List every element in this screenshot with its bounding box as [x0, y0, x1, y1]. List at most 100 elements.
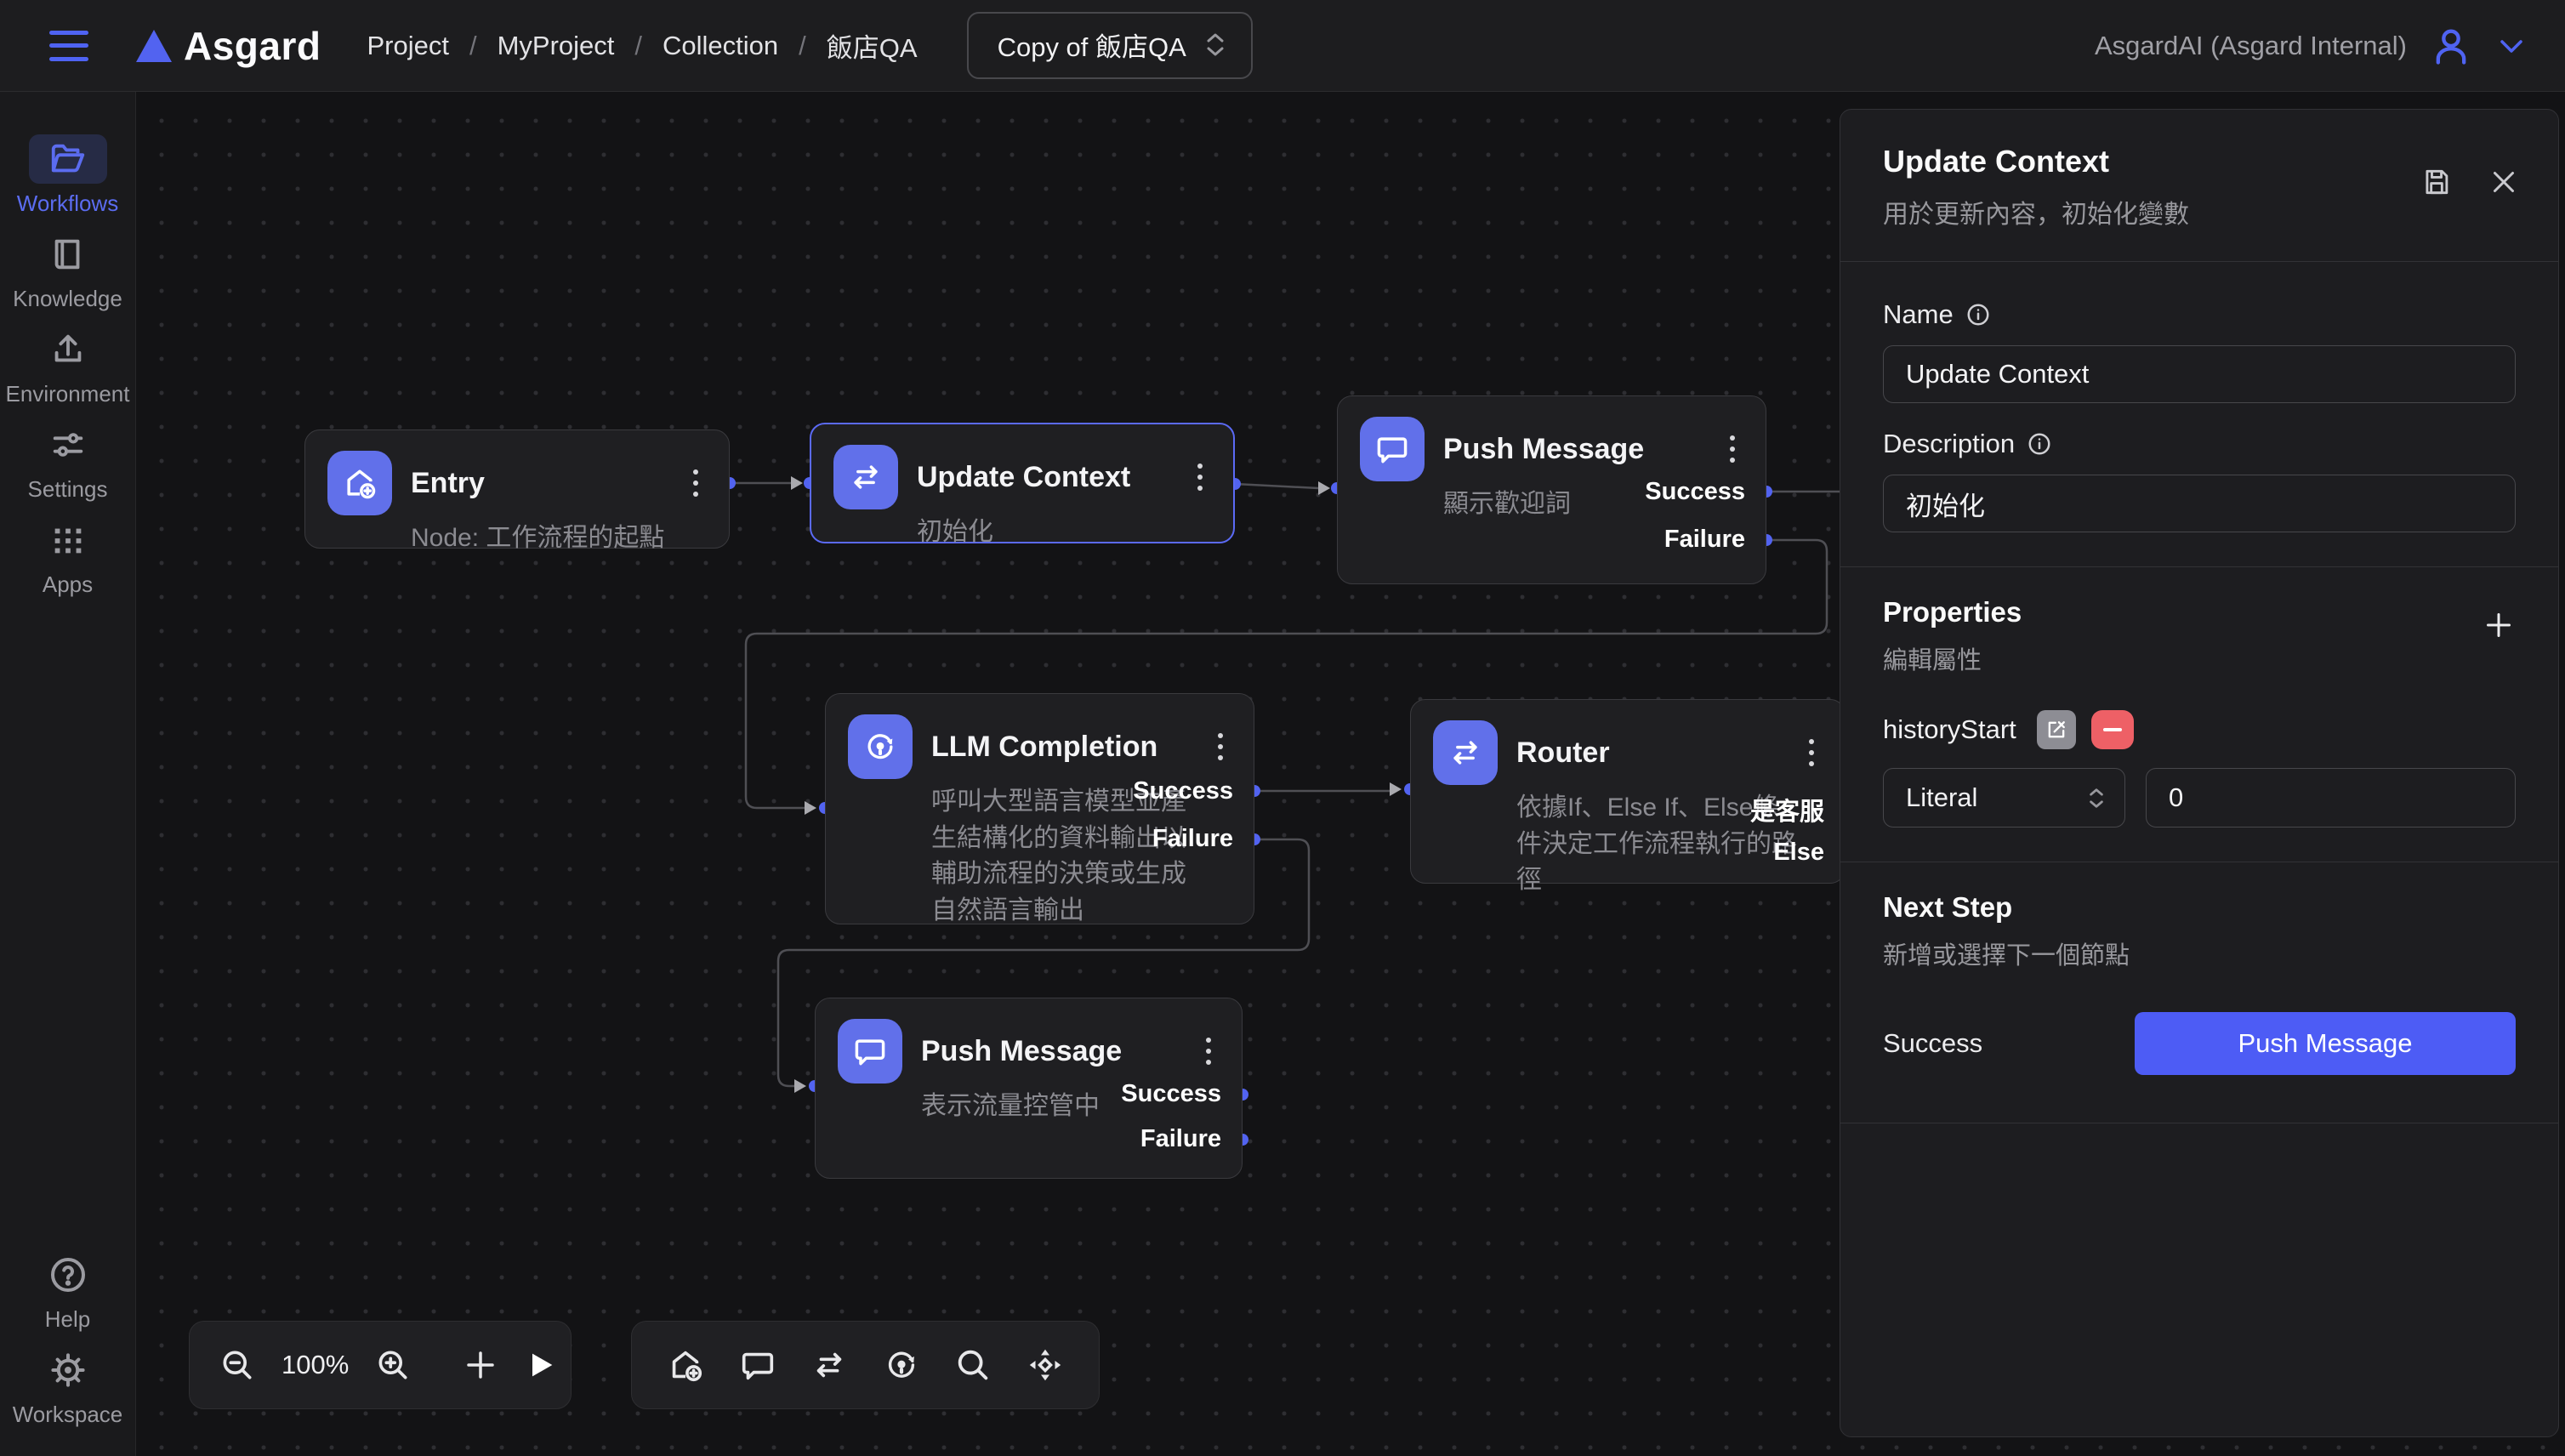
port-failure[interactable]: Failure — [1152, 825, 1233, 853]
zoom-level: 100% — [282, 1350, 349, 1380]
node-description: 初始化 — [917, 515, 1211, 551]
node-llm-completion[interactable]: LLM Completion 呼叫大型語言模型並產生結構化的資料輸出以輔助流程的… — [825, 693, 1254, 924]
breadcrumb-myproject[interactable]: MyProject — [498, 31, 615, 61]
app-logo: Asgard — [136, 23, 321, 69]
node-menu-icon[interactable] — [1197, 1032, 1220, 1070]
palette-search-icon[interactable] — [953, 1345, 992, 1385]
next-step-subtitle: 新增或選擇下一個節點 — [1883, 936, 2130, 971]
node-entry[interactable]: Entry Node: 工作流程的起點 — [304, 429, 730, 549]
node-update-context[interactable]: Update Context 初始化 — [810, 423, 1235, 543]
brand-name: Asgard — [184, 23, 321, 69]
breadcrumb-collection[interactable]: Collection — [663, 31, 778, 61]
node-title: Entry — [411, 467, 666, 500]
top-bar: Asgard Project / MyProject / Collection … — [0, 0, 2565, 92]
entry-node-icon — [327, 451, 392, 515]
node-title: Push Message — [921, 1035, 1179, 1068]
node-menu-icon[interactable] — [685, 464, 707, 502]
node-menu-icon[interactable] — [1189, 458, 1211, 496]
node-title: Router — [1516, 737, 1782, 770]
remove-property-icon[interactable] — [2091, 710, 2134, 749]
node-description: Node: 工作流程的起點 — [411, 520, 707, 557]
port-success[interactable]: Success — [1133, 777, 1233, 805]
info-icon[interactable] — [2027, 431, 2052, 457]
node-push-message-welcome[interactable]: Push Message 顯示歡迎詞 Success Failure — [1337, 395, 1766, 584]
save-icon[interactable] — [2420, 166, 2453, 198]
run-workflow-icon[interactable] — [524, 1348, 558, 1382]
sidebar: Workflows Knowledge Environment Settings… — [0, 92, 136, 1456]
property-value-input[interactable] — [2146, 768, 2516, 828]
apps-grid-icon — [48, 520, 88, 560]
node-palette-toolbar — [631, 1321, 1100, 1409]
palette-push-message-icon[interactable] — [738, 1345, 777, 1385]
node-router[interactable]: Router 依據If、Else If、Else條件決定工作流程執行的路徑 是客… — [1410, 699, 1846, 884]
sidebar-item-apps[interactable]: Apps — [0, 515, 136, 611]
node-menu-icon[interactable] — [1721, 430, 1743, 468]
push-message-node-icon — [838, 1019, 902, 1083]
menu-icon[interactable] — [49, 31, 88, 61]
node-description: 呼叫大型語言模型並產生結構化的資料輸出以輔助流程的決策或生成自然語言輸出 — [931, 784, 1202, 929]
section-divider — [1840, 566, 2558, 567]
book-icon — [48, 235, 88, 274]
sidebar-item-workspace[interactable]: Workspace — [0, 1345, 136, 1441]
help-icon — [48, 1254, 88, 1295]
panel-subtitle: 用於更新內容，初始化變數 — [1883, 193, 2189, 230]
property-type-select[interactable]: Literal — [1883, 768, 2125, 828]
port-else[interactable]: Else — [1773, 839, 1824, 867]
zoom-out-icon[interactable] — [219, 1346, 256, 1384]
logo-triangle-icon — [136, 30, 172, 62]
palette-entry-icon[interactable] — [666, 1345, 705, 1385]
edit-property-icon[interactable] — [2037, 710, 2076, 749]
sidebar-item-workflows[interactable]: Workflows — [0, 134, 136, 230]
node-inspector-panel: Update Context 用於更新內容，初始化變數 Name Descrip… — [1840, 109, 2559, 1437]
port-success[interactable]: Success — [1645, 478, 1745, 506]
breadcrumb-workflow[interactable]: 飯店QA — [827, 26, 918, 65]
user-avatar-icon[interactable] — [2429, 24, 2473, 68]
name-label: Name — [1883, 299, 1954, 330]
update-context-node-icon — [833, 445, 898, 509]
add-node-icon[interactable] — [463, 1347, 498, 1383]
description-input[interactable] — [1883, 475, 2516, 532]
sidebar-item-knowledge[interactable]: Knowledge — [0, 230, 136, 325]
palette-router-icon[interactable] — [810, 1345, 849, 1385]
node-menu-icon[interactable] — [1209, 728, 1231, 765]
next-step-target-button[interactable]: Push Message — [2135, 1012, 2516, 1075]
port-failure[interactable]: Failure — [1140, 1125, 1221, 1153]
gear-icon — [48, 1350, 88, 1391]
select-chevrons-icon — [1205, 32, 1226, 57]
account-label: AsgardAI (Asgard Internal) — [2095, 31, 2407, 61]
folder-icon — [48, 139, 88, 179]
node-menu-icon[interactable] — [1800, 734, 1823, 771]
next-step-title: Next Step — [1883, 891, 2130, 924]
node-push-message-throttle[interactable]: Push Message 表示流量控管中 Success Failure — [815, 998, 1243, 1179]
info-icon[interactable] — [1965, 302, 1991, 327]
node-title: LLM Completion — [931, 731, 1191, 764]
port-success[interactable]: Success — [1121, 1080, 1221, 1108]
add-property-icon[interactable] — [2482, 596, 2516, 642]
property-key: historyStart — [1883, 714, 2016, 745]
push-message-node-icon — [1360, 417, 1425, 481]
zoom-in-icon[interactable] — [374, 1346, 412, 1384]
close-icon[interactable] — [2488, 167, 2519, 197]
sidebar-item-settings[interactable]: Settings — [0, 420, 136, 515]
node-title: Update Context — [917, 461, 1170, 494]
upload-icon — [48, 330, 88, 369]
palette-pan-icon[interactable] — [1026, 1345, 1065, 1385]
name-input[interactable] — [1883, 345, 2516, 403]
sidebar-item-help[interactable]: Help — [0, 1250, 136, 1345]
select-chevrons-icon — [2087, 787, 2106, 810]
workflow-version-select[interactable]: Copy of 飯店QA — [967, 12, 1253, 79]
breadcrumb: Project / MyProject / Collection / 飯店QA — [367, 26, 917, 65]
account-chevron-down-icon[interactable] — [2495, 36, 2528, 56]
next-step-port-label: Success — [1883, 1028, 1982, 1059]
port-is-customer-service[interactable]: 是客服 — [1750, 792, 1824, 828]
node-title: Push Message — [1443, 433, 1703, 466]
sliders-icon — [48, 425, 88, 464]
llm-node-icon — [848, 714, 913, 779]
panel-title: Update Context — [1883, 144, 2189, 179]
canvas-zoom-toolbar: 100% — [189, 1321, 572, 1409]
port-failure[interactable]: Failure — [1664, 526, 1745, 554]
properties-title: Properties — [1883, 596, 2022, 628]
palette-llm-icon[interactable] — [882, 1345, 921, 1385]
sidebar-item-environment[interactable]: Environment — [0, 325, 136, 420]
breadcrumb-project[interactable]: Project — [367, 31, 448, 61]
